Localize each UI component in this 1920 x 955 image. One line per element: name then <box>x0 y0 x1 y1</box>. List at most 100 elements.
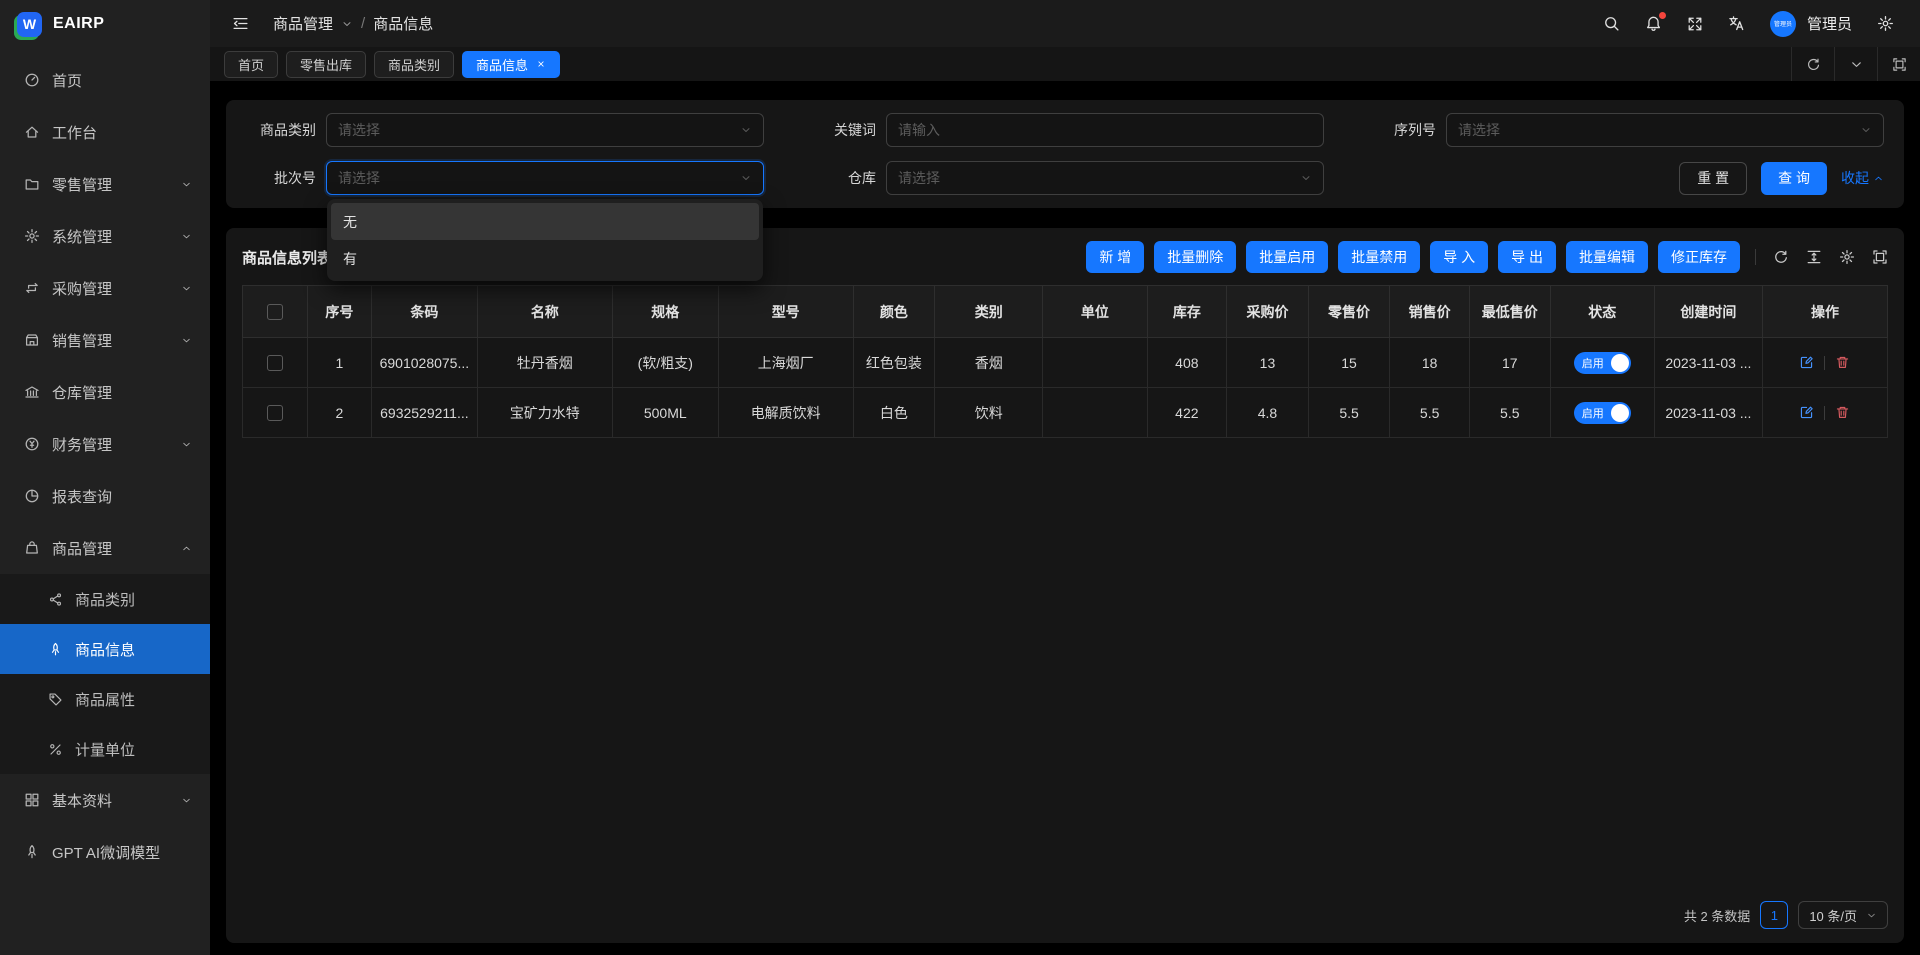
translate-icon[interactable] <box>1728 15 1745 32</box>
action-button-5[interactable]: 导 出 <box>1498 241 1556 273</box>
toggle-knob <box>1611 354 1629 372</box>
cell: 5.5 <box>1308 388 1390 438</box>
cell: 2 <box>307 388 371 438</box>
column-header: 采购价 <box>1227 286 1309 338</box>
filter-label: 商品类别 <box>246 120 316 140</box>
bag-icon <box>24 540 40 556</box>
reset-button[interactable]: 重 置 <box>1679 162 1747 195</box>
column-header: 条码 <box>371 286 477 338</box>
sidebar-item-home[interactable]: 首页 <box>0 54 210 106</box>
sidebar-item-sales-mgmt[interactable]: 销售管理 <box>0 314 210 366</box>
filter-select-商品类别[interactable]: 请选择 <box>326 113 764 147</box>
dropdown-option[interactable]: 有 <box>331 240 759 277</box>
share-icon <box>48 592 63 607</box>
row-checkbox[interactable] <box>267 405 283 421</box>
dashboard-icon <box>24 72 40 88</box>
tab-商品类别[interactable]: 商品类别 <box>374 51 454 78</box>
sidebar-item-purchase-mgmt[interactable]: 采购管理 <box>0 262 210 314</box>
row-checkbox[interactable] <box>267 355 283 371</box>
action-button-0[interactable]: 新 增 <box>1086 241 1144 273</box>
action-button-4[interactable]: 导 入 <box>1430 241 1488 273</box>
sidebar-item-report-query[interactable]: 报表查询 <box>0 470 210 522</box>
line-height-icon[interactable] <box>1806 249 1822 265</box>
logo[interactable]: W EAIRP <box>0 0 210 48</box>
sidebar-item-goods-mgmt[interactable]: 商品管理 <box>0 522 210 574</box>
breadcrumb: 商品管理 / 商品信息 <box>273 13 433 34</box>
sidebar-item-retail-mgmt[interactable]: 零售管理 <box>0 158 210 210</box>
filter-input-关键词[interactable]: 请输入 <box>886 113 1324 147</box>
action-button-7[interactable]: 修正库存 <box>1658 241 1740 273</box>
sidebar-item-goods-attr[interactable]: 商品属性 <box>0 674 210 724</box>
delete-icon[interactable] <box>1835 355 1850 370</box>
sidebar-item-basic-data[interactable]: 基本资料 <box>0 774 210 826</box>
page-button[interactable]: 1 <box>1760 901 1788 929</box>
tabbar-chevron-down-icon[interactable] <box>1834 47 1877 81</box>
breadcrumb-parent[interactable]: 商品管理 <box>273 13 333 34</box>
tab-零售出库[interactable]: 零售出库 <box>286 51 366 78</box>
fullscreen-icon[interactable] <box>1687 16 1703 32</box>
topbar-actions: 管理员 管理员 <box>1603 11 1894 37</box>
breadcrumb-current: 商品信息 <box>373 13 433 34</box>
collapse-link[interactable]: 收起 <box>1841 168 1884 188</box>
cell: 500ML <box>612 388 718 438</box>
query-button[interactable]: 查 询 <box>1761 162 1827 195</box>
delete-icon[interactable] <box>1835 405 1850 420</box>
sidebar-item-finance-mgmt[interactable]: 财务管理 <box>0 418 210 470</box>
created-time-cell: 2023-11-03 ... <box>1654 338 1762 388</box>
action-button-3[interactable]: 批量禁用 <box>1338 241 1420 273</box>
status-toggle[interactable]: 启用 <box>1574 352 1631 374</box>
column-header: 名称 <box>477 286 612 338</box>
tab-首页[interactable]: 首页 <box>224 51 278 78</box>
action-button-6[interactable]: 批量编辑 <box>1566 241 1648 273</box>
main-area: 商品管理 / 商品信息 管理员 管理员 首页 零售出库 商品类别 商品信息 <box>210 0 1920 955</box>
dropdown-option[interactable]: 无 <box>331 203 759 240</box>
menu-fold-button[interactable] <box>232 15 249 32</box>
logo-icon: W <box>17 12 42 37</box>
user-name[interactable]: 管理员 <box>1807 13 1852 34</box>
gear-icon[interactable] <box>1839 249 1855 265</box>
tabbar-expand-icon[interactable] <box>1877 47 1920 81</box>
status-toggle[interactable]: 启用 <box>1574 402 1631 424</box>
sidebar-item-warehouse-mgmt[interactable]: 仓库管理 <box>0 366 210 418</box>
cell: 1 <box>307 338 371 388</box>
bell-icon[interactable] <box>1645 15 1662 32</box>
cell: 18 <box>1390 338 1470 388</box>
sidebar-item-system-mgmt[interactable]: 系统管理 <box>0 210 210 262</box>
translate-icon <box>1728 15 1745 32</box>
filter-select-批次号[interactable]: 请选择无有 <box>326 161 764 195</box>
filter-label: 序列号 <box>1366 120 1436 140</box>
gear-icon[interactable] <box>1877 15 1894 32</box>
sidebar-item-workbench[interactable]: 工作台 <box>0 106 210 158</box>
avatar[interactable]: 管理员 <box>1770 11 1796 37</box>
sidebar-item-goods-info[interactable]: 商品信息 <box>0 624 210 674</box>
filter-label: 关键词 <box>806 120 876 140</box>
column-header: 操作 <box>1762 286 1887 338</box>
close-icon[interactable] <box>536 59 546 69</box>
tabbar-reload-icon[interactable] <box>1791 47 1834 81</box>
cell: 13 <box>1227 338 1309 388</box>
filter-select-序列号[interactable]: 请选择 <box>1446 113 1884 147</box>
sidebar-item-measure-unit[interactable]: 计量单位 <box>0 724 210 774</box>
cell: 408 <box>1147 338 1227 388</box>
page-size-select[interactable]: 10 条/页 <box>1798 901 1888 929</box>
action-button-2[interactable]: 批量启用 <box>1246 241 1328 273</box>
edit-icon[interactable] <box>1799 355 1814 370</box>
cell: 牡丹香烟 <box>477 338 612 388</box>
select-all-checkbox[interactable] <box>267 304 283 320</box>
sidebar-item-gpt-ai-model[interactable]: GPT AI微调模型 <box>0 826 210 878</box>
cell: 4.8 <box>1227 388 1309 438</box>
cell: 6932529211... <box>371 388 477 438</box>
chevron-down-icon <box>1860 124 1872 136</box>
search-icon[interactable] <box>1603 15 1620 32</box>
expand-icon[interactable] <box>1872 249 1888 265</box>
tab-商品信息[interactable]: 商品信息 <box>462 51 560 78</box>
chevron-down-icon <box>181 283 192 294</box>
sidebar-item-goods-category[interactable]: 商品类别 <box>0 574 210 624</box>
filter-select-仓库[interactable]: 请选择 <box>886 161 1324 195</box>
total-count: 共 2 条数据 <box>1684 906 1750 925</box>
edit-icon[interactable] <box>1799 405 1814 420</box>
action-button-1[interactable]: 批量删除 <box>1154 241 1236 273</box>
column-header: 单位 <box>1043 286 1147 338</box>
placeholder-text: 请选择 <box>338 120 740 140</box>
reload-icon[interactable] <box>1773 249 1789 265</box>
